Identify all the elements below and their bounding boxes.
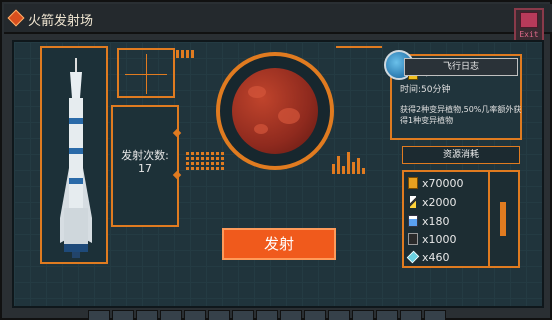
flask-icon: [408, 215, 418, 227]
launch-count-box: 发射次数: 17: [111, 105, 179, 227]
resource-amount: x1000: [422, 232, 457, 246]
toolbar-slot[interactable]: [184, 310, 206, 320]
resource-amount: x2000: [422, 195, 457, 209]
bottom-toolbar: [88, 310, 458, 320]
toolbar-slot[interactable]: [280, 310, 302, 320]
flight-log-button[interactable]: 飞行日志: [404, 58, 518, 76]
launch-panel: 发射次数: 17 发射 时间:50分钟 获得2种变异植物,50%几率额外获得1种…: [12, 40, 544, 308]
toolbar-slot[interactable]: [352, 310, 374, 320]
launch-count-value: 17: [138, 162, 152, 175]
toolbar-slot[interactable]: [328, 310, 350, 320]
resource-row: x180: [408, 212, 450, 230]
toolbar-slot[interactable]: [160, 310, 182, 320]
mars-icon: [232, 68, 318, 154]
rocket-display: [40, 46, 108, 264]
resource-row: x460: [406, 248, 450, 266]
resource-row: x70000: [408, 174, 464, 192]
rocket-icon: [60, 58, 92, 258]
exit-button[interactable]: Exit: [514, 8, 544, 42]
crosshair-vertical: [146, 54, 147, 94]
bolt-icon: [408, 196, 418, 208]
target-scope: [117, 48, 175, 98]
resource-row: x2000: [408, 193, 457, 211]
divider: [488, 172, 490, 266]
resource-amount: x70000: [422, 176, 464, 190]
book-icon: [408, 177, 418, 189]
window-title: 火箭发射场: [28, 14, 94, 29]
equalizer-deco: [332, 152, 365, 174]
window-frame: 火箭发射场 Exit 发射次数: 17 发射 时间:50分钟 获得2种变异植物,…: [0, 0, 552, 320]
exit-label: Exit: [519, 30, 539, 39]
rocket-site-icon: [7, 9, 25, 27]
arrow-deco: [176, 48, 194, 58]
metal-icon: [408, 233, 418, 245]
dot-grid-deco: [186, 152, 224, 170]
launch-count-label: 发射次数:: [121, 149, 169, 162]
launch-button[interactable]: 发射: [222, 228, 336, 260]
resource-list: x70000 x2000 x180 x1000 x460: [402, 170, 520, 268]
toolbar-slot[interactable]: [424, 310, 446, 320]
toolbar-slot[interactable]: [112, 310, 134, 320]
toolbar-slot[interactable]: [232, 310, 254, 320]
exit-icon: [520, 12, 538, 28]
toolbar-slot[interactable]: [376, 310, 398, 320]
title-bar: 火箭发射场: [4, 4, 552, 34]
planet-viewport: [216, 52, 334, 170]
line-deco: [336, 46, 382, 48]
mission-time: 时间:50分钟: [400, 85, 451, 95]
resource-row: x1000: [408, 230, 457, 248]
mission-description: 获得2种变异植物,50%几率额外获得1种变异植物: [400, 105, 522, 125]
resource-amount: x460: [422, 250, 450, 264]
mini-rocket-icon: [500, 202, 506, 236]
resource-consumption-button[interactable]: 资源消耗: [402, 146, 520, 164]
toolbar-slot[interactable]: [400, 310, 422, 320]
toolbar-slot[interactable]: [88, 310, 110, 320]
gem-icon: [406, 250, 420, 264]
resource-amount: x180: [422, 214, 450, 228]
toolbar-slot[interactable]: [136, 310, 158, 320]
toolbar-slot[interactable]: [304, 310, 326, 320]
toolbar-slot[interactable]: [256, 310, 278, 320]
toolbar-slot[interactable]: [208, 310, 230, 320]
